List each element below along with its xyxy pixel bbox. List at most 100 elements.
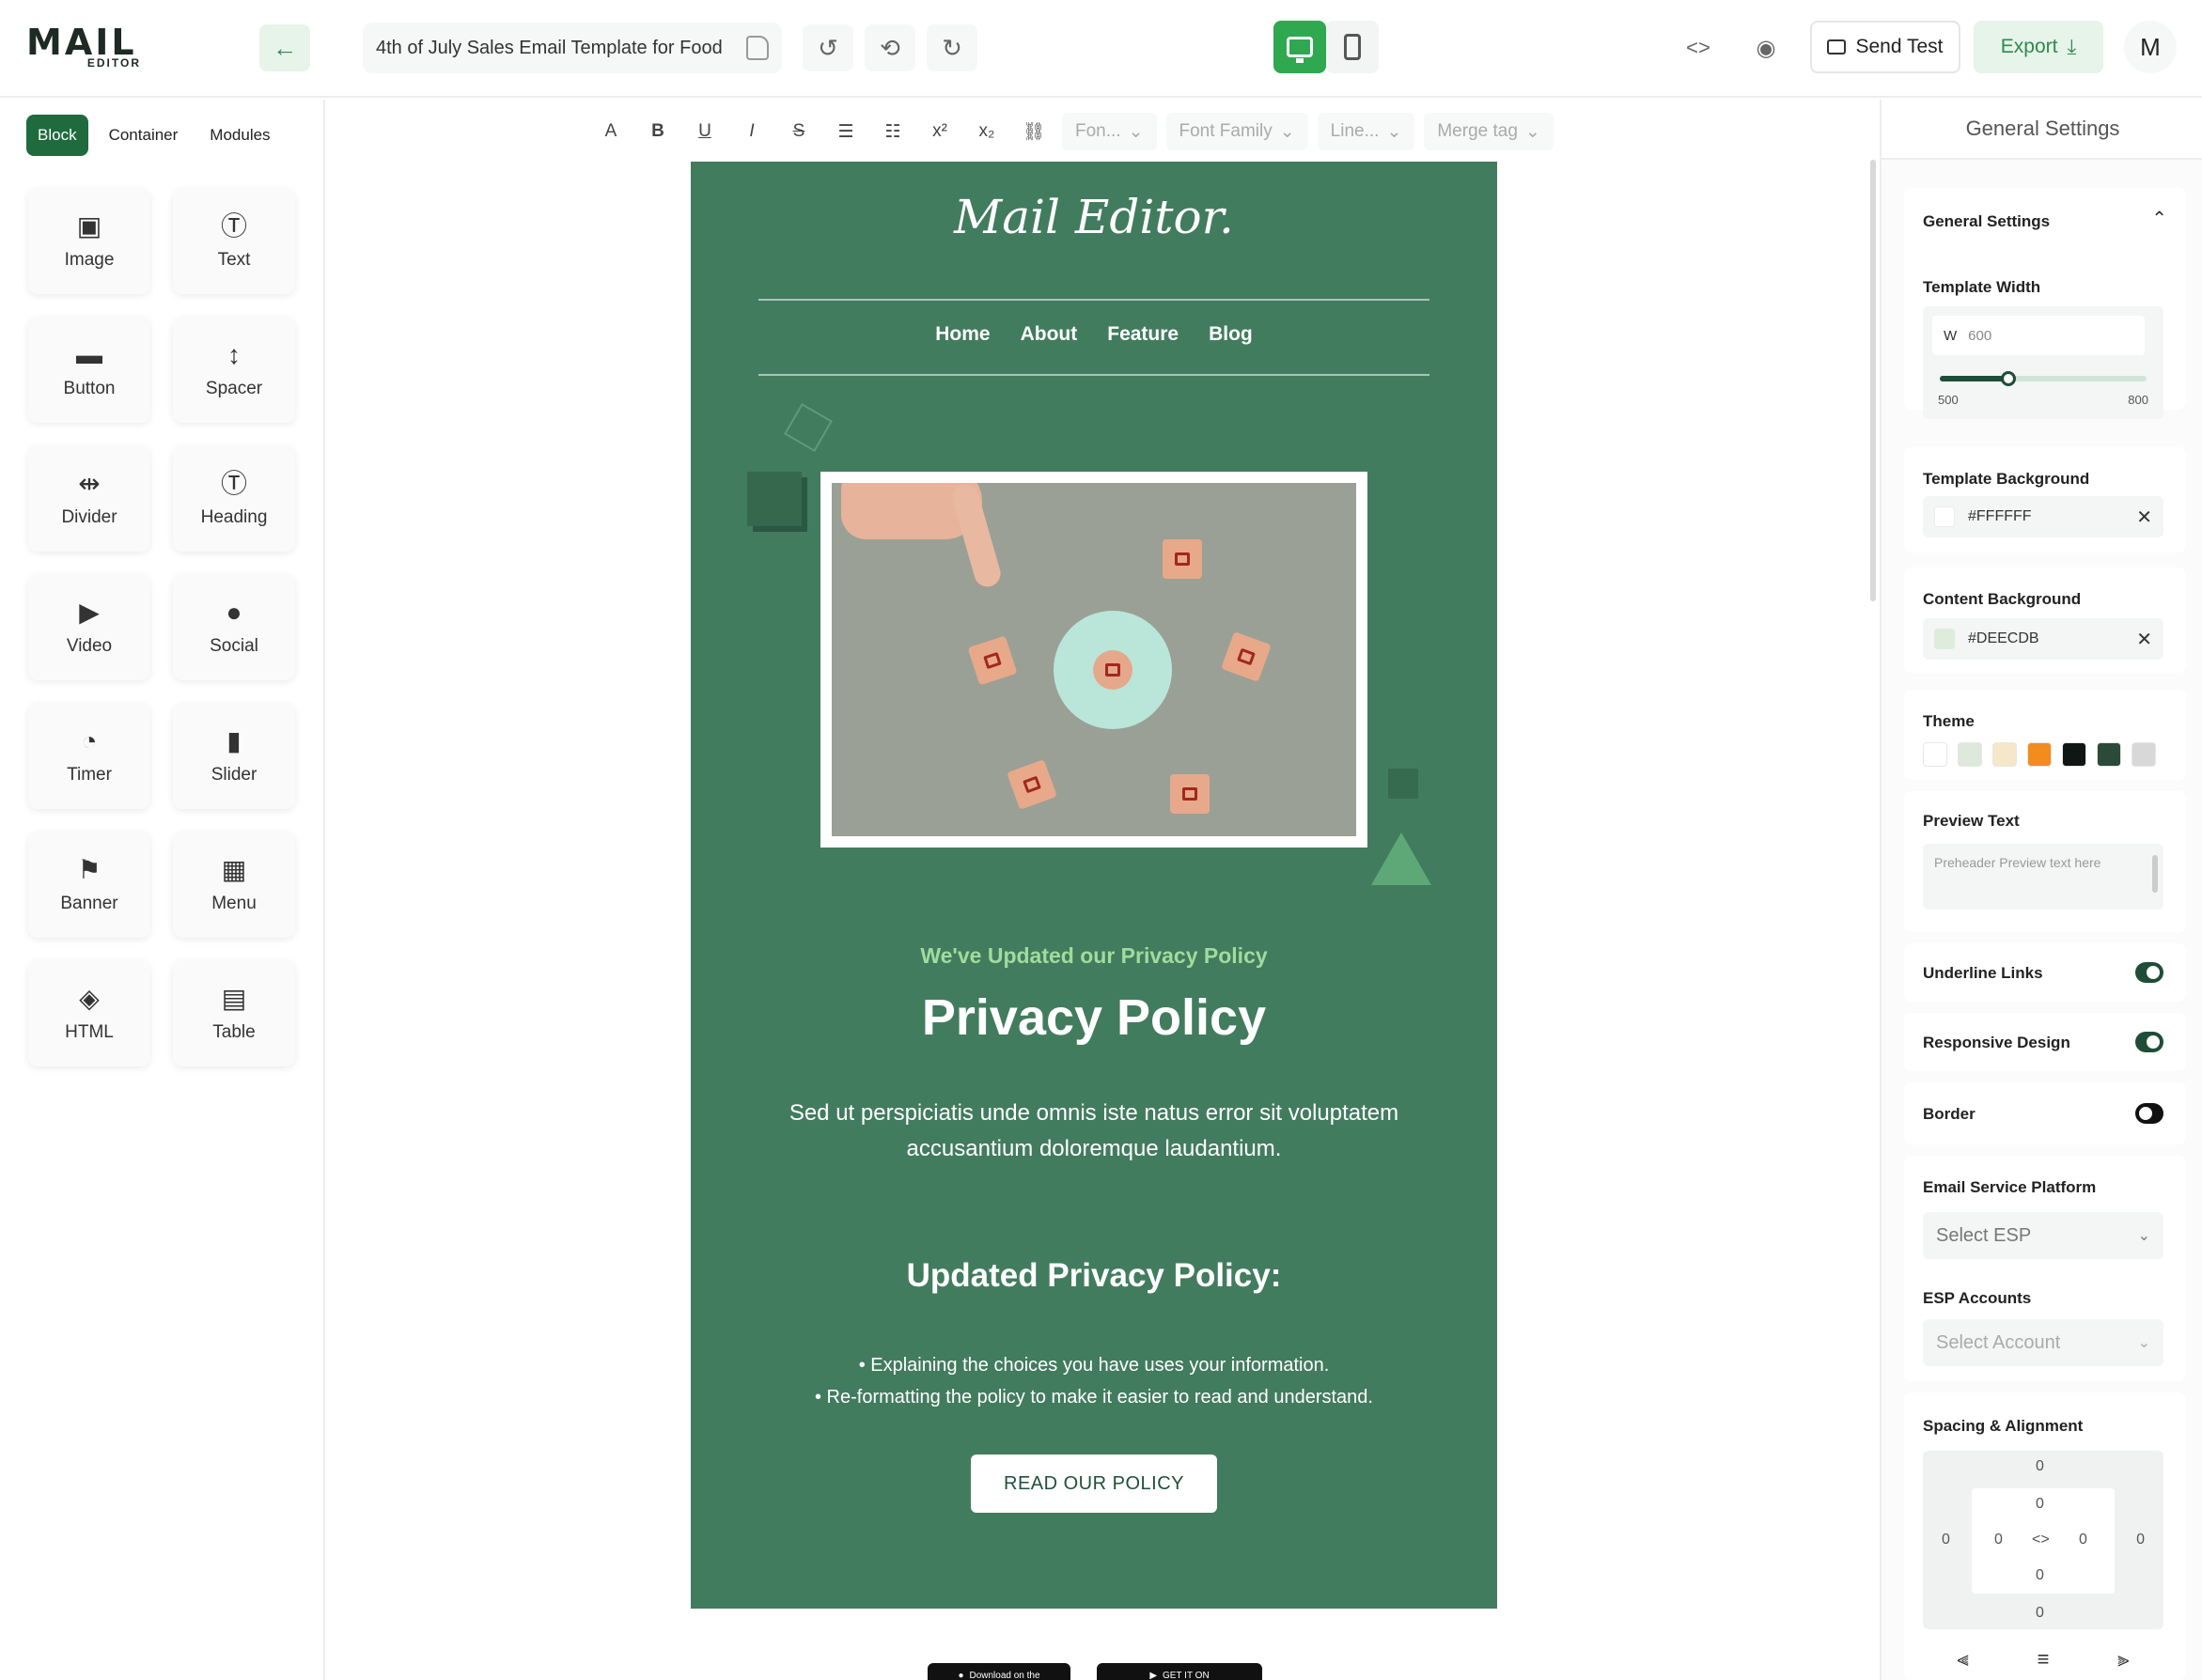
theme-swatch[interactable]: [2097, 742, 2121, 767]
canvas-scrollbar[interactable]: [1870, 160, 1876, 601]
preview-button[interactable]: ◉: [1741, 24, 1791, 71]
width-slider-track[interactable]: [1940, 371, 2147, 386]
block-heading[interactable]: Ⓣ Heading: [173, 445, 295, 552]
close-icon[interactable]: ✕: [2136, 506, 2152, 529]
border-toggle[interactable]: [2135, 1103, 2163, 1124]
general-settings-title[interactable]: General Settings: [1923, 212, 2050, 231]
menu-icon: ▦: [221, 854, 247, 884]
link-spacing-icon[interactable]: <>: [2032, 1532, 2050, 1548]
width-input[interactable]: W 600: [1932, 316, 2145, 355]
block-slider[interactable]: ▮ Slider: [173, 703, 295, 809]
history-button[interactable]: ⟲: [865, 24, 915, 71]
theme-swatch[interactable]: [2062, 742, 2086, 767]
responsive-design-toggle[interactable]: [2135, 1032, 2163, 1052]
close-icon[interactable]: ✕: [2136, 628, 2152, 651]
width-slider-handle[interactable]: [2001, 371, 2017, 386]
document-icon[interactable]: [746, 36, 769, 60]
block-spacer[interactable]: ↕ Spacer: [173, 317, 295, 423]
esp-select[interactable]: Select ESP ⌄: [1923, 1212, 2163, 1259]
format-toolbar: A B U I S ☰ ☷ x² x₂ ⛓ Fon... ⌄ Font Famil…: [592, 105, 1611, 158]
margin-bottom[interactable]: 0: [2036, 1605, 2044, 1622]
app-store-badge[interactable]: ● Download on the: [928, 1663, 1070, 1680]
email-subheading[interactable]: We've Updated our Privacy Policy: [691, 943, 1497, 969]
email-template[interactable]: Mail Editor. Home About Feature Blog We'…: [691, 162, 1497, 1609]
email-body-text[interactable]: Sed ut perspiciatis unde omnis iste natu…: [758, 1096, 1429, 1167]
italic-button[interactable]: I: [733, 113, 771, 150]
nav-feature[interactable]: Feature: [1107, 323, 1179, 346]
email-headline[interactable]: Privacy Policy: [691, 988, 1497, 1047]
link-button[interactable]: ⛓: [1015, 113, 1053, 150]
bullet-list-button[interactable]: ☰: [827, 113, 865, 150]
block-divider[interactable]: ⇹ Divider: [28, 445, 150, 552]
block-button[interactable]: ▬ Button: [28, 317, 150, 423]
nav-blog[interactable]: Blog: [1209, 323, 1253, 346]
padding-top[interactable]: 0: [2036, 1496, 2044, 1513]
block-html[interactable]: ◈ HTML: [28, 960, 150, 1066]
nav-home[interactable]: Home: [935, 323, 990, 346]
template-title-field[interactable]: 4th of July Sales Email Template for Foo…: [363, 23, 782, 73]
chevron-up-icon[interactable]: ⌃: [2151, 207, 2167, 230]
email-section-title[interactable]: Updated Privacy Policy:: [691, 1257, 1497, 1295]
theme-swatch[interactable]: [1923, 742, 1947, 767]
padding-left[interactable]: 0: [1994, 1532, 2003, 1548]
font-family-select[interactable]: Font Family ⌄: [1165, 113, 1308, 150]
esp-accounts-select[interactable]: Select Account ⌄: [1923, 1319, 2163, 1366]
align-center-icon[interactable]: ≡: [2038, 1647, 2050, 1672]
underline-links-toggle[interactable]: [2135, 962, 2163, 983]
block-timer[interactable]: ◔ Timer: [28, 703, 150, 809]
margin-left[interactable]: 0: [1942, 1532, 1950, 1548]
code-view-button[interactable]: <>: [1673, 24, 1724, 71]
line-height-select[interactable]: Line... ⌄: [1317, 113, 1415, 150]
email-bullet-list[interactable]: • Explaining the choices you have uses y…: [691, 1349, 1497, 1413]
block-social[interactable]: ● Social: [173, 574, 295, 680]
undo-button[interactable]: ↺: [803, 24, 853, 71]
theme-swatch[interactable]: [2132, 742, 2156, 767]
read-policy-button[interactable]: READ OUR POLICY: [971, 1454, 1217, 1513]
merge-tag-select[interactable]: Merge tag ⌄: [1424, 113, 1554, 150]
desktop-view-button[interactable]: [1273, 21, 1326, 73]
color-swatch[interactable]: [1934, 629, 1955, 649]
redo-button[interactable]: ↻: [927, 24, 977, 71]
theme-swatch[interactable]: [1958, 742, 1982, 767]
margin-right[interactable]: 0: [2136, 1532, 2145, 1548]
block-text[interactable]: Ⓣ Text: [173, 188, 295, 294]
theme-swatch[interactable]: [1992, 742, 2017, 767]
block-video[interactable]: ▶ Video: [28, 574, 150, 680]
align-left-icon[interactable]: ⫷: [1957, 1647, 1968, 1672]
play-store-badge[interactable]: ▶ GET IT ON: [1097, 1663, 1262, 1680]
hero-image-frame[interactable]: [820, 472, 1367, 848]
tab-block[interactable]: Block: [26, 115, 88, 156]
text-color-button[interactable]: A: [592, 113, 630, 150]
padding-bottom[interactable]: 0: [2036, 1567, 2044, 1584]
textarea-scrollbar[interactable]: [2152, 855, 2158, 893]
block-menu[interactable]: ▦ Menu: [173, 832, 295, 938]
send-test-button[interactable]: Send Test: [1810, 21, 1960, 73]
email-logo[interactable]: Mail Editor.: [691, 190, 1497, 244]
margin-top[interactable]: 0: [2036, 1458, 2044, 1475]
nav-about[interactable]: About: [1021, 323, 1078, 346]
font-size-select[interactable]: Fon... ⌄: [1062, 113, 1157, 150]
preview-text-input[interactable]: Preheader Preview text here: [1923, 844, 2163, 910]
panel-header: General Settings: [1882, 100, 2202, 160]
theme-swatch[interactable]: [2027, 742, 2052, 767]
align-right-icon[interactable]: ⫸: [2117, 1647, 2129, 1672]
tab-container[interactable]: Container: [98, 115, 190, 156]
back-button[interactable]: ←: [259, 24, 310, 71]
export-button[interactable]: Export ⤓: [1974, 21, 2103, 73]
block-table[interactable]: ▤ Table: [173, 960, 295, 1066]
content-background-input[interactable]: #DEECDB ✕: [1923, 618, 2163, 660]
block-image[interactable]: ▣ Image: [28, 188, 150, 294]
subscript-button[interactable]: x₂: [968, 113, 1006, 150]
padding-right[interactable]: 0: [2079, 1532, 2087, 1548]
strikethrough-button[interactable]: S: [780, 113, 818, 150]
superscript-button[interactable]: x²: [921, 113, 959, 150]
mobile-view-button[interactable]: [1326, 21, 1379, 73]
block-banner[interactable]: ⚑ Banner: [28, 832, 150, 938]
template-background-input[interactable]: #FFFFFF ✕: [1923, 496, 2163, 537]
numbered-list-button[interactable]: ☷: [874, 113, 912, 150]
color-swatch[interactable]: [1934, 506, 1955, 527]
bold-button[interactable]: B: [639, 113, 677, 150]
user-avatar[interactable]: M: [2124, 21, 2177, 73]
underline-button[interactable]: U: [686, 113, 724, 150]
tab-modules[interactable]: Modules: [198, 115, 281, 156]
